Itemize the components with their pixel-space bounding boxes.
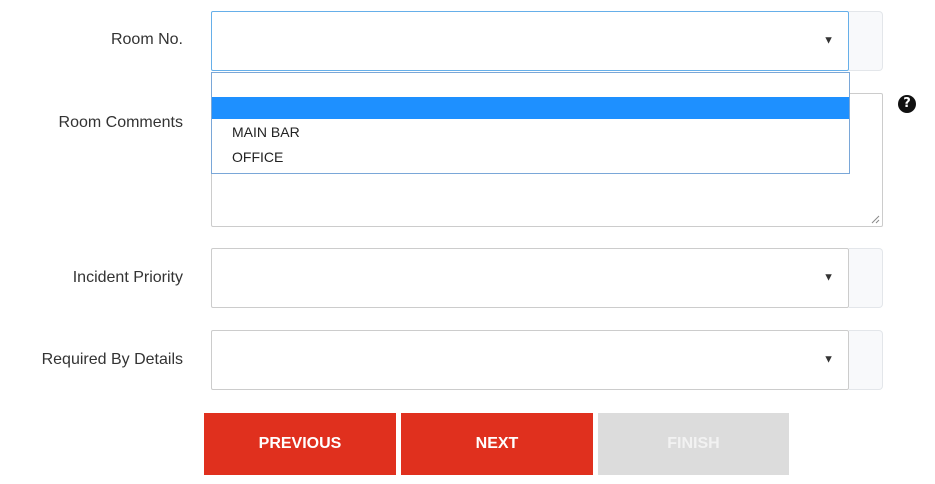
help-icon[interactable]: ? [898, 95, 916, 113]
room-no-select[interactable]: ▼ [211, 11, 849, 71]
required-by-details-label: Required By Details [41, 351, 183, 368]
dropdown-option-blank[interactable] [212, 75, 849, 97]
chevron-down-icon: ▼ [823, 353, 834, 366]
required-by-details-addon [849, 330, 883, 390]
finish-button[interactable]: FINISH [598, 413, 789, 475]
incident-priority-label: Incident Priority [72, 269, 183, 286]
resize-grip-icon[interactable] [870, 214, 880, 224]
required-by-details-select[interactable]: ▼ [211, 330, 849, 390]
chevron-down-icon: ▼ [823, 271, 834, 284]
dropdown-option-highlighted[interactable] [212, 97, 849, 119]
chevron-down-icon: ▼ [823, 34, 834, 47]
incident-form: Room No. ▼ Room Comments ? Incident Prio… [0, 0, 935, 484]
room-no-addon [849, 11, 883, 71]
dropdown-option-office[interactable]: OFFICE [212, 146, 849, 168]
incident-priority-select[interactable]: ▼ [211, 248, 849, 308]
room-no-dropdown-list: MAIN BAR OFFICE [211, 72, 850, 174]
room-no-label: Room No. [110, 31, 183, 48]
previous-button[interactable]: PREVIOUS [204, 413, 396, 475]
incident-priority-addon [849, 248, 883, 308]
dropdown-option-main-bar[interactable]: MAIN BAR [212, 121, 849, 143]
next-button[interactable]: NEXT [401, 413, 593, 475]
room-comments-label: Room Comments [58, 114, 183, 131]
